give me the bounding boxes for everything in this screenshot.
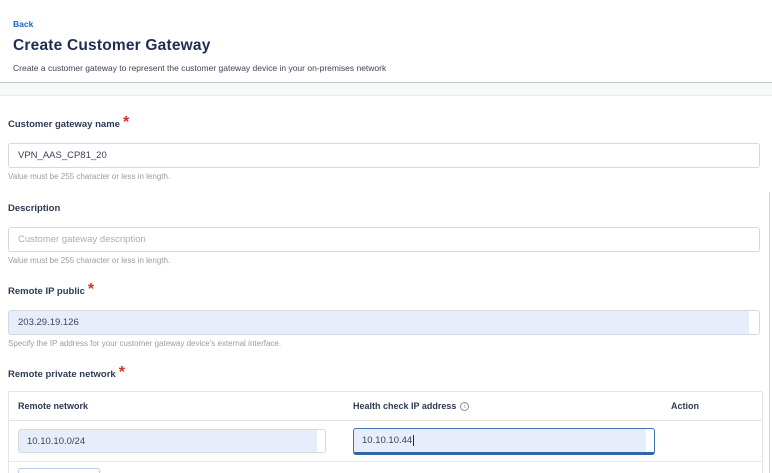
remote-ip-input[interactable]: [8, 310, 760, 335]
network-table-footer: Add network: [9, 462, 762, 473]
network-table: Remote network Health check IP addressi …: [8, 391, 763, 473]
page-title: Create Customer Gateway: [13, 37, 759, 55]
text-caret: [413, 435, 414, 446]
remote-private-network-label: Remote private network: [8, 369, 116, 380]
info-icon[interactable]: i: [460, 402, 469, 411]
health-check-ip-value: 10.10.10.44: [362, 435, 412, 446]
content-right-border: [769, 192, 770, 473]
description-input[interactable]: [8, 227, 760, 252]
table-row: 10.10.10.44: [9, 421, 762, 462]
column-header-remote-network: Remote network: [9, 401, 344, 411]
description-field-group: Description Value must be 255 character …: [8, 198, 772, 265]
page-header: Back Create Customer Gateway Create a cu…: [0, 0, 772, 83]
remote-ip-label: Remote IP public: [8, 286, 85, 297]
column-header-health-check: Health check IP addressi: [344, 401, 662, 411]
network-table-header: Remote network Health check IP addressi …: [9, 392, 762, 421]
health-check-ip-input[interactable]: 10.10.10.44: [353, 428, 655, 455]
form-content: Customer gateway name* Value must be 255…: [0, 96, 772, 473]
back-link[interactable]: Back: [13, 19, 33, 29]
column-header-action: Action: [662, 401, 762, 411]
remote-network-input[interactable]: [18, 429, 326, 453]
header-strip: [0, 83, 772, 96]
page-subtitle: Create a customer gateway to represent t…: [13, 63, 759, 73]
description-helper-text: Value must be 255 character or less in l…: [8, 256, 772, 265]
name-helper-text: Value must be 255 character or less in l…: [8, 172, 772, 181]
remote-ip-field-group: Remote IP public* Specify the IP address…: [8, 281, 772, 348]
required-asterisk: *: [88, 281, 94, 298]
name-field-group: Customer gateway name* Value must be 255…: [8, 114, 772, 181]
required-asterisk: *: [123, 114, 129, 131]
name-input[interactable]: [8, 143, 760, 168]
remote-ip-helper-text: Specify the IP address for your customer…: [8, 339, 772, 348]
health-check-cell: 10.10.10.44: [344, 428, 662, 455]
remote-private-network-group: Remote private network* Remote network H…: [8, 364, 772, 473]
remote-network-cell: [9, 429, 344, 453]
name-label: Customer gateway name: [8, 119, 120, 130]
add-network-button[interactable]: Add network: [18, 468, 100, 473]
description-label: Description: [8, 203, 60, 214]
required-asterisk: *: [119, 364, 125, 381]
